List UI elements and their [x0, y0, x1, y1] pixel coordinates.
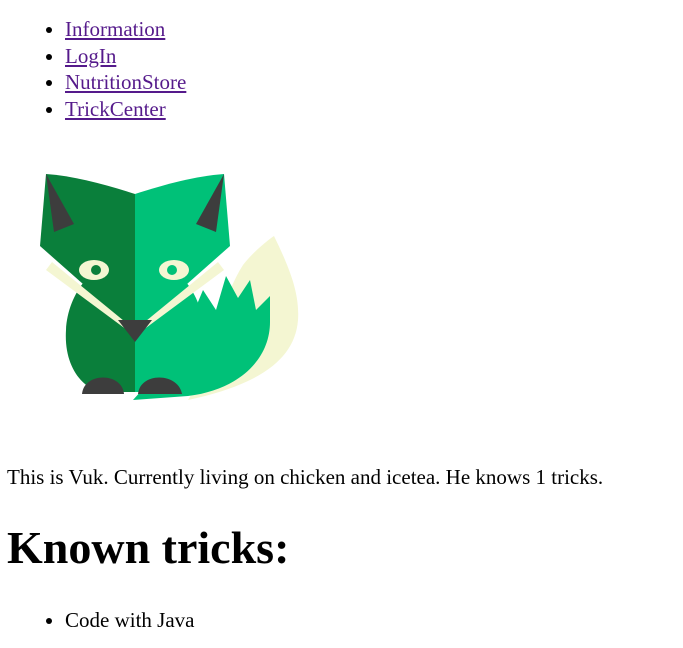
nav-link-login[interactable]: LogIn: [65, 44, 116, 68]
nav-link-trickcenter[interactable]: TrickCenter: [65, 97, 166, 121]
nav-link-nutritionstore[interactable]: NutritionStore: [65, 70, 186, 94]
fox-pupil-left: [91, 265, 101, 275]
nav-item-trickcenter: TrickCenter: [65, 96, 186, 123]
fox-status-text: This is Vuk. Currently living on chicken…: [7, 465, 604, 489]
tricks-list: Code with Java: [0, 606, 194, 634]
nav-item-nutritionstore: NutritionStore: [65, 69, 186, 96]
fox-icon: [40, 174, 299, 400]
nav-link-information[interactable]: Information: [65, 17, 165, 41]
nav-item-information: Information: [65, 16, 186, 43]
fox-pupil-right: [167, 265, 177, 275]
trick-item: Code with Java: [65, 606, 194, 634]
nav-menu: Information LogIn NutritionStore TrickCe…: [0, 16, 186, 122]
known-tricks-heading: Known tricks:: [7, 522, 290, 573]
nav-item-login: LogIn: [65, 43, 186, 70]
